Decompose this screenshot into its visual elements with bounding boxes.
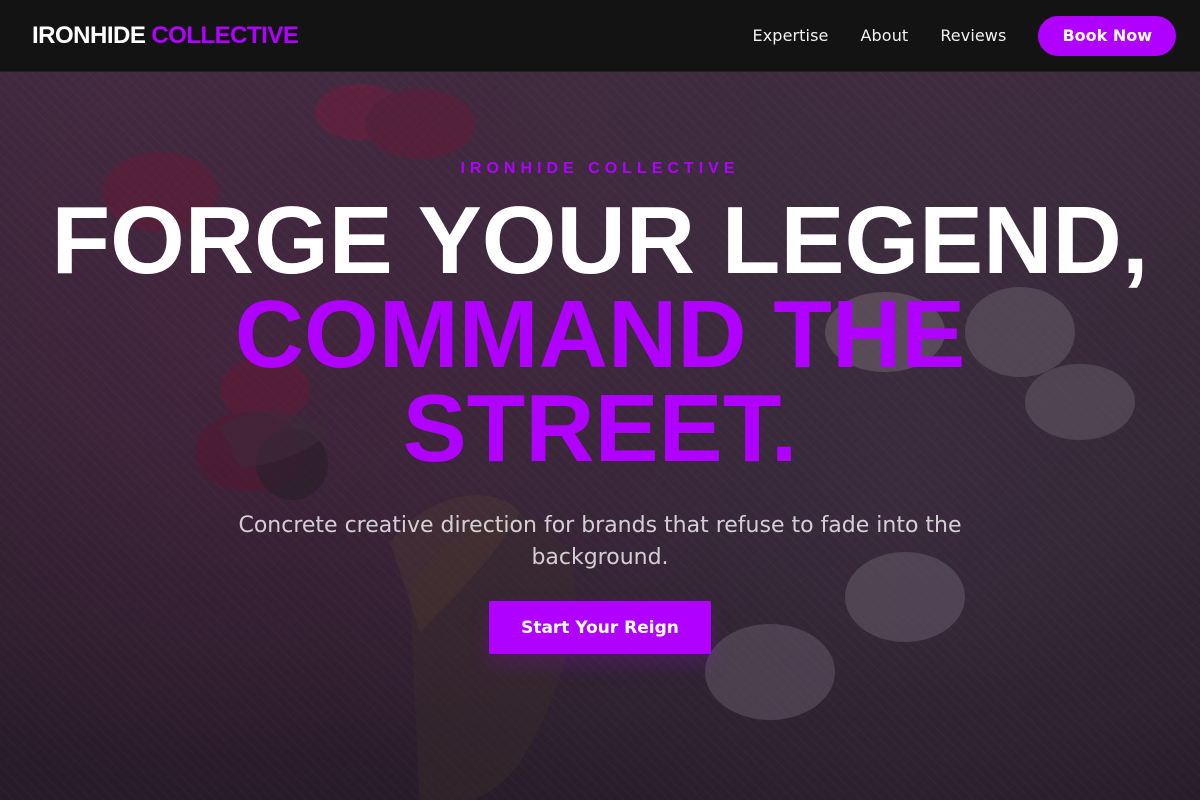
- headline-line-2: COMMAND THE: [234, 281, 966, 389]
- logo[interactable]: IRONHIDE COLLECTIVE: [32, 21, 299, 50]
- page: IRONHIDE COLLECTIVE Expertise About Revi…: [0, 0, 1200, 800]
- logo-ironhide: IRONHIDE: [32, 21, 146, 49]
- hero-content: IRONHIDE COLLECTIVE FORGE YOUR LEGEND, C…: [0, 72, 1200, 800]
- headline-line-1: FORGE YOUR LEGEND,: [51, 187, 1149, 294]
- logo-collective: COLLECTIVE: [151, 21, 299, 49]
- book-now-button[interactable]: Book Now: [1038, 15, 1176, 56]
- hero-subtitle: Concrete creative direction for brands t…: [238, 513, 962, 570]
- main-nav: Expertise About Reviews Book Now: [753, 15, 1176, 56]
- top-navigation: IRONHIDE COLLECTIVE Expertise About Revi…: [0, 0, 1200, 72]
- hero-section: IRONHIDE COLLECTIVE FORGE YOUR LEGEND, C…: [0, 72, 1200, 800]
- headline-line-3: STREET.: [402, 375, 798, 483]
- nav-reviews[interactable]: Reviews: [940, 26, 1006, 45]
- nav-about[interactable]: About: [861, 26, 909, 45]
- hero-eyebrow: IRONHIDE COLLECTIVE: [460, 160, 740, 177]
- start-your-reign-button[interactable]: Start Your Reign: [489, 601, 711, 654]
- hero-headline: FORGE YOUR LEGEND, COMMAND THE STREET.: [0, 187, 1200, 483]
- nav-expertise[interactable]: Expertise: [753, 26, 829, 45]
